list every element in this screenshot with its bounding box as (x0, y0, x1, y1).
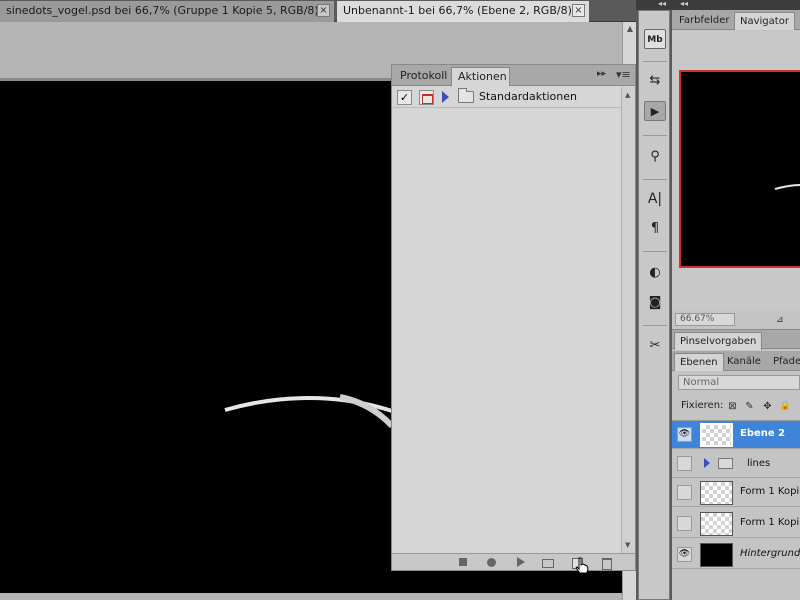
visibility-toggle[interactable] (677, 456, 692, 471)
trash-icon[interactable] (599, 556, 613, 570)
toggle-item-checkbox[interactable]: ✓ (397, 90, 412, 105)
tab-farbfelder[interactable]: Farbfelder (674, 12, 734, 30)
close-icon[interactable]: × (317, 4, 330, 17)
brush-presets-icon[interactable]: ⚲ (644, 147, 666, 167)
dock-header: ◂◂ (672, 0, 800, 10)
tool-presets-icon[interactable]: ✂ (644, 336, 666, 356)
layer-row[interactable]: Form 1 Kopie (672, 510, 800, 538)
zoom-out-icon[interactable]: ⊿ (776, 315, 784, 325)
eye-icon[interactable]: 👁 (677, 427, 692, 442)
layer-name: Hintergrund (740, 548, 800, 559)
mini-bridge-icon[interactable]: Mb (644, 29, 666, 49)
right-panel-dock: ◂◂ Farbfelder Navigator 66.67% ⊿ Pinselv… (672, 0, 800, 600)
lock-transparency-icon[interactable]: ⊠ (726, 400, 739, 413)
layer-thumbnail (700, 423, 733, 447)
folder-icon (718, 458, 733, 469)
scroll-down-arrow[interactable]: ▼ (625, 541, 630, 549)
tab-aktionen[interactable]: Aktionen (451, 67, 510, 86)
preview-stroke (774, 184, 800, 190)
document-tab-bar: sinedots_vogel.psd bei 66,7% (Gruppe 1 K… (0, 0, 636, 22)
paragraph-icon[interactable]: ¶ (644, 219, 666, 239)
expand-triangle-icon[interactable] (704, 458, 710, 468)
actions-footer (392, 553, 635, 570)
document-tab-unbenannt[interactable]: Unbenannt-1 bei 66,7% (Ebene 2, RGB/8) *… (337, 1, 589, 22)
document-tab-label: sinedots_vogel.psd bei 66,7% (Gruppe 1 K… (6, 4, 328, 17)
navigator-preview[interactable] (679, 70, 800, 268)
panel-menu-icon[interactable]: ▾≡ (616, 68, 631, 81)
lock-position-icon[interactable]: ✥ (761, 400, 774, 413)
scroll-up-arrow[interactable]: ▲ (625, 91, 630, 99)
brush-presets-tab-bar: Pinselvorgaben (672, 329, 800, 350)
strip-header: ◂◂ (636, 0, 672, 10)
history-icon[interactable]: ⇆ (644, 71, 666, 91)
tab-navigator[interactable]: Navigator (734, 12, 795, 30)
actions-icon[interactable]: ▶ (644, 101, 666, 121)
layer-name: Form 1 Kopie (740, 486, 800, 497)
lock-all-icon[interactable]: 🔒 (779, 400, 792, 413)
document-tab-label: Unbenannt-1 bei 66,7% (Ebene 2, RGB/8) * (343, 4, 581, 17)
layer-row[interactable]: 👁 Ebene 2 (672, 421, 800, 449)
separator (643, 251, 667, 252)
visibility-toggle[interactable] (677, 485, 692, 500)
close-icon[interactable]: × (572, 4, 585, 17)
character-icon[interactable]: A| (644, 189, 666, 209)
action-set-label: Standardaktionen (479, 90, 577, 103)
stop-icon[interactable] (456, 556, 470, 569)
toggle-dialog-icon[interactable] (419, 90, 434, 105)
tab-ebenen[interactable]: Ebenen (674, 353, 724, 371)
tab-kanaele[interactable]: Kanäle (722, 353, 766, 371)
navigator-tab-bar: Farbfelder Navigator (672, 10, 800, 30)
tab-pfade[interactable]: Pfade (768, 353, 800, 371)
tab-pinselvorgaben[interactable]: Pinselvorgaben (674, 332, 763, 350)
hand-cursor-icon (575, 557, 589, 574)
separator (643, 179, 667, 180)
zoom-field[interactable]: 66.67% (675, 313, 735, 326)
layer-thumbnail (700, 512, 733, 536)
strip-body: Mb ⇆ ▶ ⚲ A| ¶ ◐ ◙ ✂ (638, 10, 670, 600)
play-icon[interactable] (513, 556, 527, 569)
actions-panel: Protokoll Aktionen ▸▸ ▾≡ ✓ Standardaktio… (391, 64, 636, 571)
new-set-icon[interactable] (540, 556, 554, 569)
scroll-up-arrow[interactable]: ▲ (625, 24, 635, 34)
collapse-icon[interactable]: ◂◂ (680, 0, 688, 8)
layer-row[interactable]: Form 1 Kopie (672, 479, 800, 507)
eye-icon[interactable]: 👁 (677, 547, 692, 562)
layer-name: Ebene 2 (740, 428, 786, 439)
masks-icon[interactable]: ◙ (644, 293, 666, 313)
layer-thumbnail (700, 481, 733, 505)
separator (643, 135, 667, 136)
layer-group-row[interactable]: lines (672, 450, 800, 478)
folder-icon (458, 88, 474, 103)
panel-icon-strip: ◂◂ Mb ⇆ ▶ ⚲ A| ¶ ◐ ◙ ✂ (636, 0, 672, 600)
photoshop-window: sinedots_vogel.psd bei 66,7% (Gruppe 1 K… (0, 0, 800, 600)
action-set-row[interactable]: ✓ Standardaktionen (392, 87, 621, 108)
lock-pixels-icon[interactable]: ✎ (743, 400, 756, 413)
visibility-toggle[interactable] (677, 516, 692, 531)
separator (643, 61, 667, 62)
actions-panel-tabs: Protokoll Aktionen ▸▸ ▾≡ (392, 65, 635, 86)
document-tab-sinedots[interactable]: sinedots_vogel.psd bei 66,7% (Gruppe 1 K… (0, 1, 334, 22)
lock-row: Fixieren: ⊠ ✎ ✥ 🔒 (672, 397, 800, 417)
adjustments-icon[interactable]: ◐ (644, 263, 666, 283)
layer-name: lines (747, 458, 771, 469)
blend-mode-select[interactable]: Normal (678, 375, 800, 390)
expand-triangle-icon[interactable] (442, 91, 449, 103)
layer-name: Form 1 Kopie (740, 517, 800, 528)
tab-protokoll[interactable]: Protokoll (394, 67, 449, 86)
separator (643, 325, 667, 326)
collapse-panel-icon[interactable]: ▸▸ (597, 69, 606, 79)
lock-label: Fixieren: (681, 400, 724, 411)
layers-list: 👁 Ebene 2 lines Form 1 Kopie Form 1 Kopi… (672, 420, 800, 580)
layers-tab-bar: Ebenen Kanäle Pfade (672, 351, 800, 371)
layer-row[interactable]: 👁 Hintergrund (672, 541, 800, 569)
actions-list: ✓ Standardaktionen (392, 87, 621, 553)
actions-scrollbar[interactable]: ▲ ▼ (621, 87, 635, 553)
collapse-icon[interactable]: ◂◂ (658, 0, 666, 8)
layer-thumbnail (700, 543, 733, 567)
record-icon[interactable] (484, 556, 498, 569)
